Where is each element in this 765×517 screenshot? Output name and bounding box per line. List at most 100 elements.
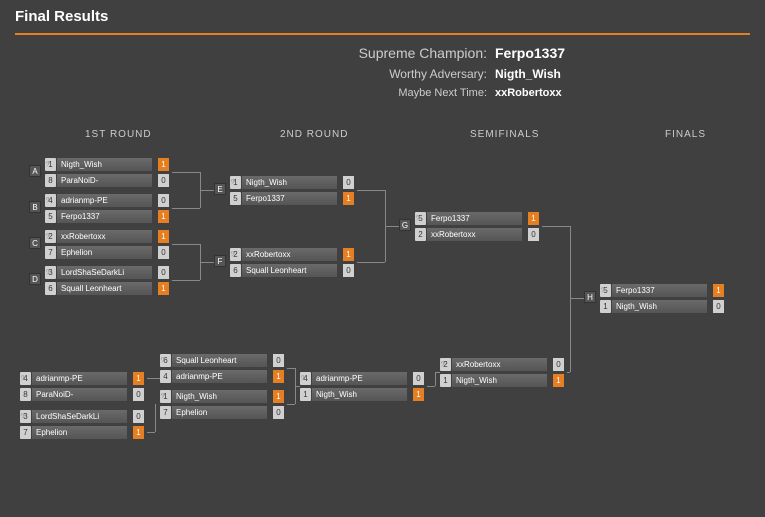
match-label: F [214,255,226,267]
match-label: H [584,291,596,303]
score: 1 [158,282,169,295]
match-label: G [399,219,411,231]
score: 0 [343,264,354,277]
page-title: Final Results [0,0,765,33]
player-name: Ferpo1337 [612,284,707,297]
seed: 6 [230,264,241,277]
player-name: xxRobertoxx [57,230,152,243]
score: 1 [343,248,354,261]
score: 1 [273,370,284,383]
player-name: Nigth_Wish [242,176,337,189]
match-l4[interactable]: 1Nigth_Wish𝄢1 7Ephelion0 [160,389,284,421]
score: 1 [133,426,144,439]
detail-icon: 𝄢 [45,160,55,170]
seed: 2 [415,228,426,241]
adversary-label: Worthy Adversary: [389,67,487,81]
score: 0 [158,266,169,279]
match-a[interactable]: A 1Nigth_Wish𝄢1 8ParaNoiD-0 [45,157,169,189]
score: 0 [528,228,539,241]
match-label: E [214,183,226,195]
player-name: xxRobertoxx [242,248,337,261]
seed: 1 [300,388,311,401]
rh-f: FINALS [665,129,706,140]
player-name: LordShaSeDarkLi [32,410,127,423]
match-label: A [29,165,41,177]
player-name: Ephelion [57,246,152,259]
score: 0 [553,358,564,371]
match-l6[interactable]: 2xxRobertoxx𝄢0 1Nigth_Wish1 [440,357,564,389]
player-name: Nigth_Wish [452,374,547,387]
seed: 7 [160,406,171,419]
player-name: adrianmp-PE [312,372,407,385]
detail-icon: 𝄢 [230,250,240,260]
score: 0 [273,406,284,419]
player-name: Squall Leonheart [242,264,337,277]
detail-icon: 𝄢 [45,232,55,242]
match-e[interactable]: E 1Nigth_Wish𝄢0 5Ferpo13371 [230,175,354,207]
match-l5[interactable]: 4adrianmp-PE𝄢0 1Nigth_Wish1 [300,371,424,403]
player-name: LordShaSeDarkLi [57,266,152,279]
match-g[interactable]: G 5Ferpo1337𝄢1 2xxRobertoxx0 [415,211,539,243]
seed: 6 [45,282,56,295]
score: 1 [158,210,169,223]
player-name: ParaNoiD- [32,388,127,401]
player-name: adrianmp-PE [57,194,152,207]
player-name: Nigth_Wish [312,388,407,401]
player-name: Ephelion [172,406,267,419]
match-l3[interactable]: 6Squall Leonheart𝄢0 4adrianmp-PE1 [160,353,284,385]
match-label: D [29,273,41,285]
score: 1 [713,284,724,297]
match-f[interactable]: F 2xxRobertoxx𝄢1 6Squall Leonheart0 [230,247,354,279]
score: 0 [133,388,144,401]
detail-icon: 𝄢 [440,360,450,370]
detail-icon: 𝄢 [600,286,610,296]
player-name: Nigth_Wish [172,390,267,403]
rh-2: 2ND ROUND [280,129,348,140]
player-name: Ephelion [32,426,127,439]
seed: 7 [20,426,31,439]
score: 0 [413,372,424,385]
seed: 8 [20,388,31,401]
match-h[interactable]: H 5Ferpo1337𝄢1 1Nigth_Wish0 [600,283,724,315]
score: 1 [413,388,424,401]
match-d[interactable]: D 3LordShaSeDarkLi𝄢0 6Squall Leonheart1 [45,265,169,297]
score: 1 [158,158,169,171]
third-value: xxRobertoxx [495,87,585,99]
divider [15,33,750,35]
match-l1[interactable]: 4adrianmp-PE𝄢1 8ParaNoiD-0 [20,371,144,403]
player-name: Squall Leonheart [172,354,267,367]
match-l2[interactable]: 3LordShaSeDarkLi𝄢0 7Ephelion1 [20,409,144,441]
results-panel: Supreme Champion:Ferpo1337 Worthy Advers… [0,45,765,99]
seed: 1 [440,374,451,387]
detail-icon: 𝄢 [415,214,425,224]
detail-icon: 𝄢 [160,356,170,366]
score: 0 [273,354,284,367]
player-name: Squall Leonheart [57,282,152,295]
score: 1 [158,230,169,243]
player-name: Ferpo1337 [427,212,522,225]
player-name: Nigth_Wish [57,158,152,171]
score: 1 [528,212,539,225]
seed: 1 [600,300,611,313]
player-name: xxRobertoxx [427,228,522,241]
round-headers: 1ST ROUND 2ND ROUND SEMIFINALS FINALS [0,129,765,149]
score: 0 [343,176,354,189]
match-c[interactable]: C 2xxRobertoxx𝄢1 7Ephelion0 [45,229,169,261]
match-b[interactable]: B 4adrianmp-PE𝄢0 5Ferpo13371 [45,193,169,225]
match-label: C [29,237,41,249]
score: 0 [158,246,169,259]
score: 1 [343,192,354,205]
champ-label: Supreme Champion: [359,45,487,61]
score: 0 [713,300,724,313]
score: 1 [553,374,564,387]
score: 0 [158,194,169,207]
player-name: xxRobertoxx [452,358,547,371]
player-name: adrianmp-PE [32,372,127,385]
player-name: Ferpo1337 [57,210,152,223]
adversary-value: Nigth_Wish [495,67,585,81]
score: 1 [273,390,284,403]
score: 0 [133,410,144,423]
detail-icon: 𝄢 [230,178,240,188]
rh-sf: SEMIFINALS [470,129,539,140]
seed: 7 [45,246,56,259]
